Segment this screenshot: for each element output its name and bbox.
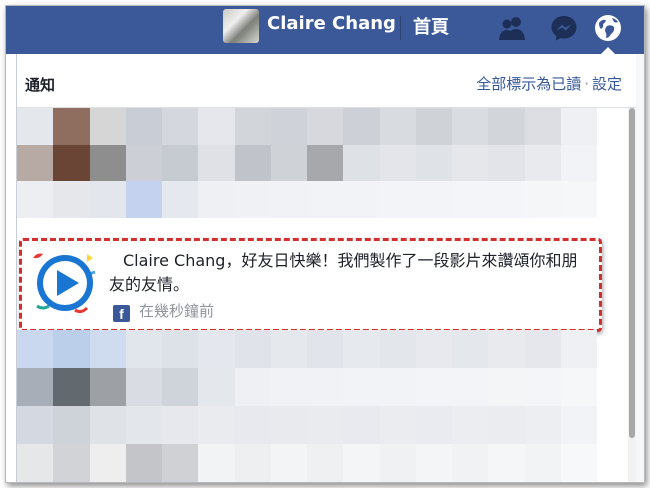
blurred-notifications-above xyxy=(17,108,597,219)
home-link[interactable]: 首頁 xyxy=(413,13,449,39)
header-actions: 全部標示為已讀 · 設定 xyxy=(476,73,622,94)
notifications-header: 通知 全部標示為已讀 · 設定 xyxy=(17,54,636,108)
notification-time: 在幾秒鐘前 xyxy=(139,302,215,320)
notification-message: Claire Chang，好友日快樂！我們製作了一段影片來讚頌你和朋友的友情。 xyxy=(109,251,578,294)
mark-all-read-link[interactable]: 全部標示為已讀 xyxy=(476,75,581,93)
scrollbar-thumb[interactable] xyxy=(629,108,635,438)
facebook-icon: f xyxy=(113,305,130,322)
notifications-title: 通知 xyxy=(25,76,56,94)
notification-item-friends-day[interactable]: Claire Chang，好友日快樂！我們製作了一段影片來讚頌你和朋友的友情。 … xyxy=(17,218,624,332)
header-separator: · xyxy=(584,75,589,93)
settings-link[interactable]: 設定 xyxy=(592,75,622,93)
notifications-scrollbar[interactable] xyxy=(628,108,636,482)
nav-divider xyxy=(400,16,401,40)
friends-icon[interactable] xyxy=(496,12,528,44)
user-avatar[interactable] xyxy=(223,9,259,43)
notification-meta: f 在幾秒鐘前 xyxy=(113,300,215,322)
top-navigation-bar: Claire Chang 首頁 xyxy=(6,6,644,54)
background-page-edge xyxy=(636,54,644,482)
blurred-notifications-below xyxy=(17,330,597,482)
messenger-icon[interactable] xyxy=(548,12,580,44)
browser-frame: Claire Chang 首頁 通知 全部標示為已讀 · 設定 Claire C… xyxy=(5,5,645,483)
globe-icon[interactable] xyxy=(592,12,624,44)
notifications-dropdown: 通知 全部標示為已讀 · 設定 Claire Chang，好友日快樂！我們製作了… xyxy=(16,54,637,482)
profile-name-link[interactable]: Claire Chang xyxy=(267,13,396,34)
video-thumbnail xyxy=(29,244,99,318)
